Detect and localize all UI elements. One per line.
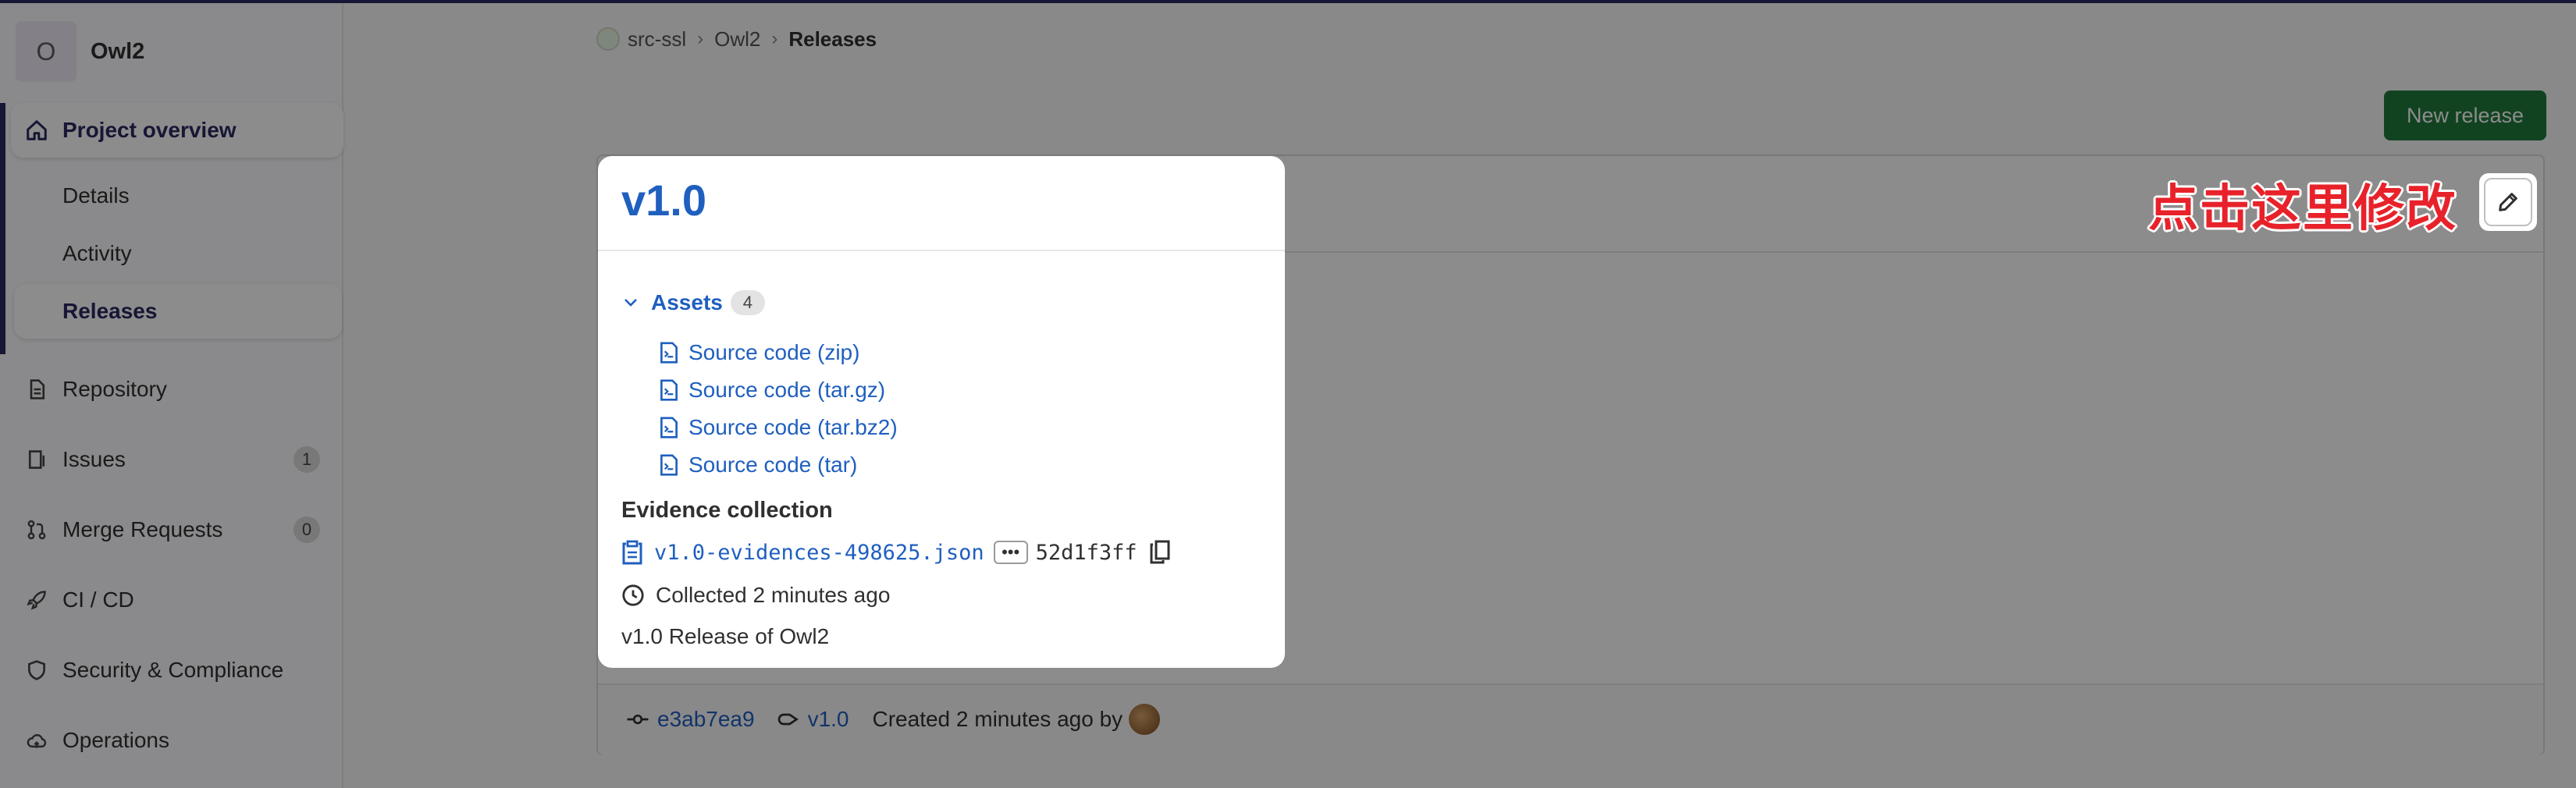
release-description: v1.0 Release of Owl2 (621, 624, 830, 648)
chevron-down-icon (621, 293, 640, 312)
edit-button[interactable] (2484, 178, 2532, 226)
pencil-icon (2499, 193, 2517, 211)
archive-file-icon (660, 454, 678, 476)
evidence-row: v1.0-evidences-498625.json ••• 52d1f3ff (621, 535, 1172, 570)
asset-link-label: Source code (tar.gz) (688, 378, 886, 402)
clock-icon (622, 584, 644, 606)
archive-file-icon (660, 379, 678, 401)
release-details-spotlight: v1.0 Assets 4 Source code (zip) Source c… (598, 156, 1285, 668)
evidence-collection-heading: Evidence collection (621, 498, 833, 523)
asset-link-label: Source code (tar) (688, 453, 858, 477)
evidence-file-link[interactable]: v1.0-evidences-498625.json (654, 541, 984, 565)
evidence-collected-row: Collected 2 minutes ago (621, 579, 890, 612)
asset-link-tar-gz[interactable]: Source code (tar.gz) (659, 374, 885, 406)
release-header-divider (598, 250, 1285, 251)
asset-link-tar[interactable]: Source code (tar) (659, 449, 857, 481)
clipboard-icon (622, 540, 642, 565)
archive-file-icon (660, 417, 678, 438)
asset-link-zip[interactable]: Source code (zip) (659, 337, 859, 368)
tutorial-annotation: 点击这里修改 (2148, 180, 2457, 236)
asset-link-tar-bz2[interactable]: Source code (tar.bz2) (659, 412, 898, 443)
tutorial-dim-overlay (0, 0, 2576, 788)
release-title[interactable]: v1.0 (621, 175, 706, 225)
assets-toggle[interactable]: Assets 4 (621, 289, 765, 317)
asset-link-label: Source code (zip) (688, 340, 860, 364)
assets-count-badge: 4 (730, 290, 765, 315)
assets-label: Assets (651, 290, 723, 314)
asset-link-label: Source code (tar.bz2) (688, 415, 898, 439)
edit-release-spotlight[interactable] (2479, 173, 2537, 231)
evidence-hash: 52d1f3ff (1035, 540, 1137, 565)
copy-icon[interactable] (1148, 540, 1172, 565)
show-full-hash-button[interactable]: ••• (993, 541, 1028, 564)
collected-time: Collected 2 minutes ago (656, 583, 891, 607)
archive-file-icon (660, 342, 678, 364)
